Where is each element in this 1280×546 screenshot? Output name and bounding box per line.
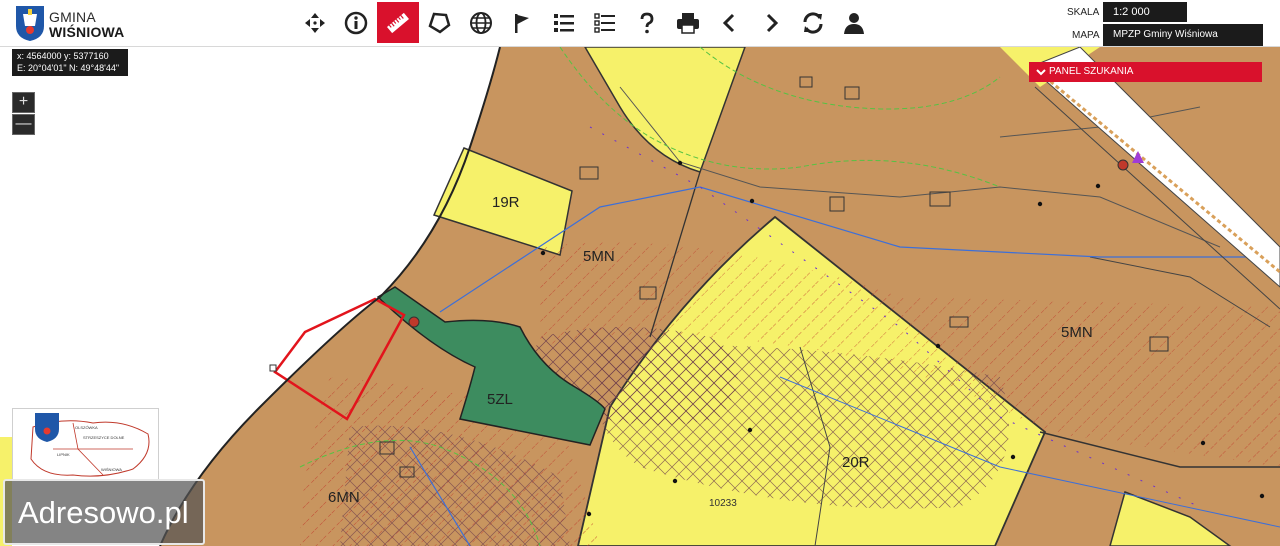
back-button[interactable] xyxy=(709,2,751,43)
zone-label: 19R xyxy=(492,194,520,211)
pan-arrows-icon xyxy=(304,12,325,33)
search-panel-toggle[interactable]: PANEL SZUKANIA xyxy=(1029,62,1262,82)
zone-label: 5MN xyxy=(583,248,615,265)
layers-list-icon xyxy=(594,12,616,33)
user-button[interactable] xyxy=(834,2,876,43)
globe-button[interactable] xyxy=(460,2,502,43)
zone-label: 6MN xyxy=(328,489,360,506)
info-button[interactable] xyxy=(336,2,378,43)
minimap-place: STRZESZYCE DOLNE xyxy=(83,435,125,440)
coordinates-xy: x: 4564000 y: 5377160 xyxy=(17,51,109,61)
minimap-place: LIPNIK xyxy=(57,452,70,457)
forward-button[interactable] xyxy=(751,2,793,43)
measure-button[interactable] xyxy=(377,2,419,43)
print-icon xyxy=(677,12,700,34)
help-icon xyxy=(640,12,654,33)
legend-button[interactable] xyxy=(543,2,585,43)
help-button[interactable] xyxy=(626,2,668,43)
overview-map xyxy=(30,413,150,477)
map-toolbar xyxy=(294,2,875,44)
refresh-button[interactable] xyxy=(792,2,834,43)
site-watermark: Adresowo.pl xyxy=(3,479,205,545)
flag-button[interactable] xyxy=(502,2,544,43)
globe-icon xyxy=(469,11,492,34)
logo-text-top: GMINA xyxy=(49,9,96,25)
zoning-map[interactable] xyxy=(0,47,1280,546)
search-panel-label: PANEL SZUKANIA xyxy=(1049,66,1134,77)
logo-text-bottom: WIŚNIOWA xyxy=(49,24,125,40)
print-button[interactable] xyxy=(668,2,710,43)
forward-icon xyxy=(767,13,779,32)
refresh-icon xyxy=(803,11,823,34)
back-icon xyxy=(722,13,734,32)
user-icon xyxy=(844,12,865,34)
minimap-place: WIŚNIOWA xyxy=(101,467,122,472)
coat-of-arms-icon xyxy=(16,6,44,41)
polygon-button[interactable] xyxy=(419,2,461,43)
zoom-in-button[interactable]: + xyxy=(12,92,35,113)
layers-button[interactable] xyxy=(585,2,627,43)
map-select[interactable]: MPZP Gminy Wiśniowa xyxy=(1103,24,1263,46)
ruler-icon xyxy=(386,12,409,33)
overview-minimap[interactable]: OLSZÓWKA STRZESZYCE DOLNE LIPNIK WIŚNIOW… xyxy=(12,408,159,480)
gmina-logo[interactable]: GMINA WIŚNIOWA xyxy=(12,3,132,43)
chevron-down-icon xyxy=(1036,69,1046,76)
info-icon xyxy=(345,11,368,34)
map-canvas[interactable]: 19R 5MN 5MN 5ZL 20R 6MN 10233 xyxy=(0,47,1280,546)
coordinates-readout: x: 4564000 y: 5377160 E: 20°04'01" N: 49… xyxy=(12,49,128,76)
map-label: MAPA xyxy=(1072,30,1100,41)
zone-label: 20R xyxy=(842,454,870,471)
list-icon xyxy=(553,13,574,32)
zoom-out-button[interactable]: — xyxy=(12,114,35,135)
polygon-icon xyxy=(428,12,451,34)
scale-label: SKALA xyxy=(1067,7,1100,18)
scale-select[interactable]: 1:2 000 xyxy=(1103,2,1187,22)
parcel-number: 10233 xyxy=(709,498,737,509)
minimap-place: OLSZÓWKA xyxy=(75,425,98,430)
zone-label: 5ZL xyxy=(487,391,513,408)
app-header: GMINA WIŚNIOWA SKALA 1:2 000 MAPA MPZP G… xyxy=(0,0,1280,47)
zone-label: 5MN xyxy=(1061,324,1093,341)
pan-button[interactable] xyxy=(294,2,336,43)
flag-icon xyxy=(515,13,530,33)
coordinates-latlon: E: 20°04'01" N: 49°48'44" xyxy=(17,63,120,73)
